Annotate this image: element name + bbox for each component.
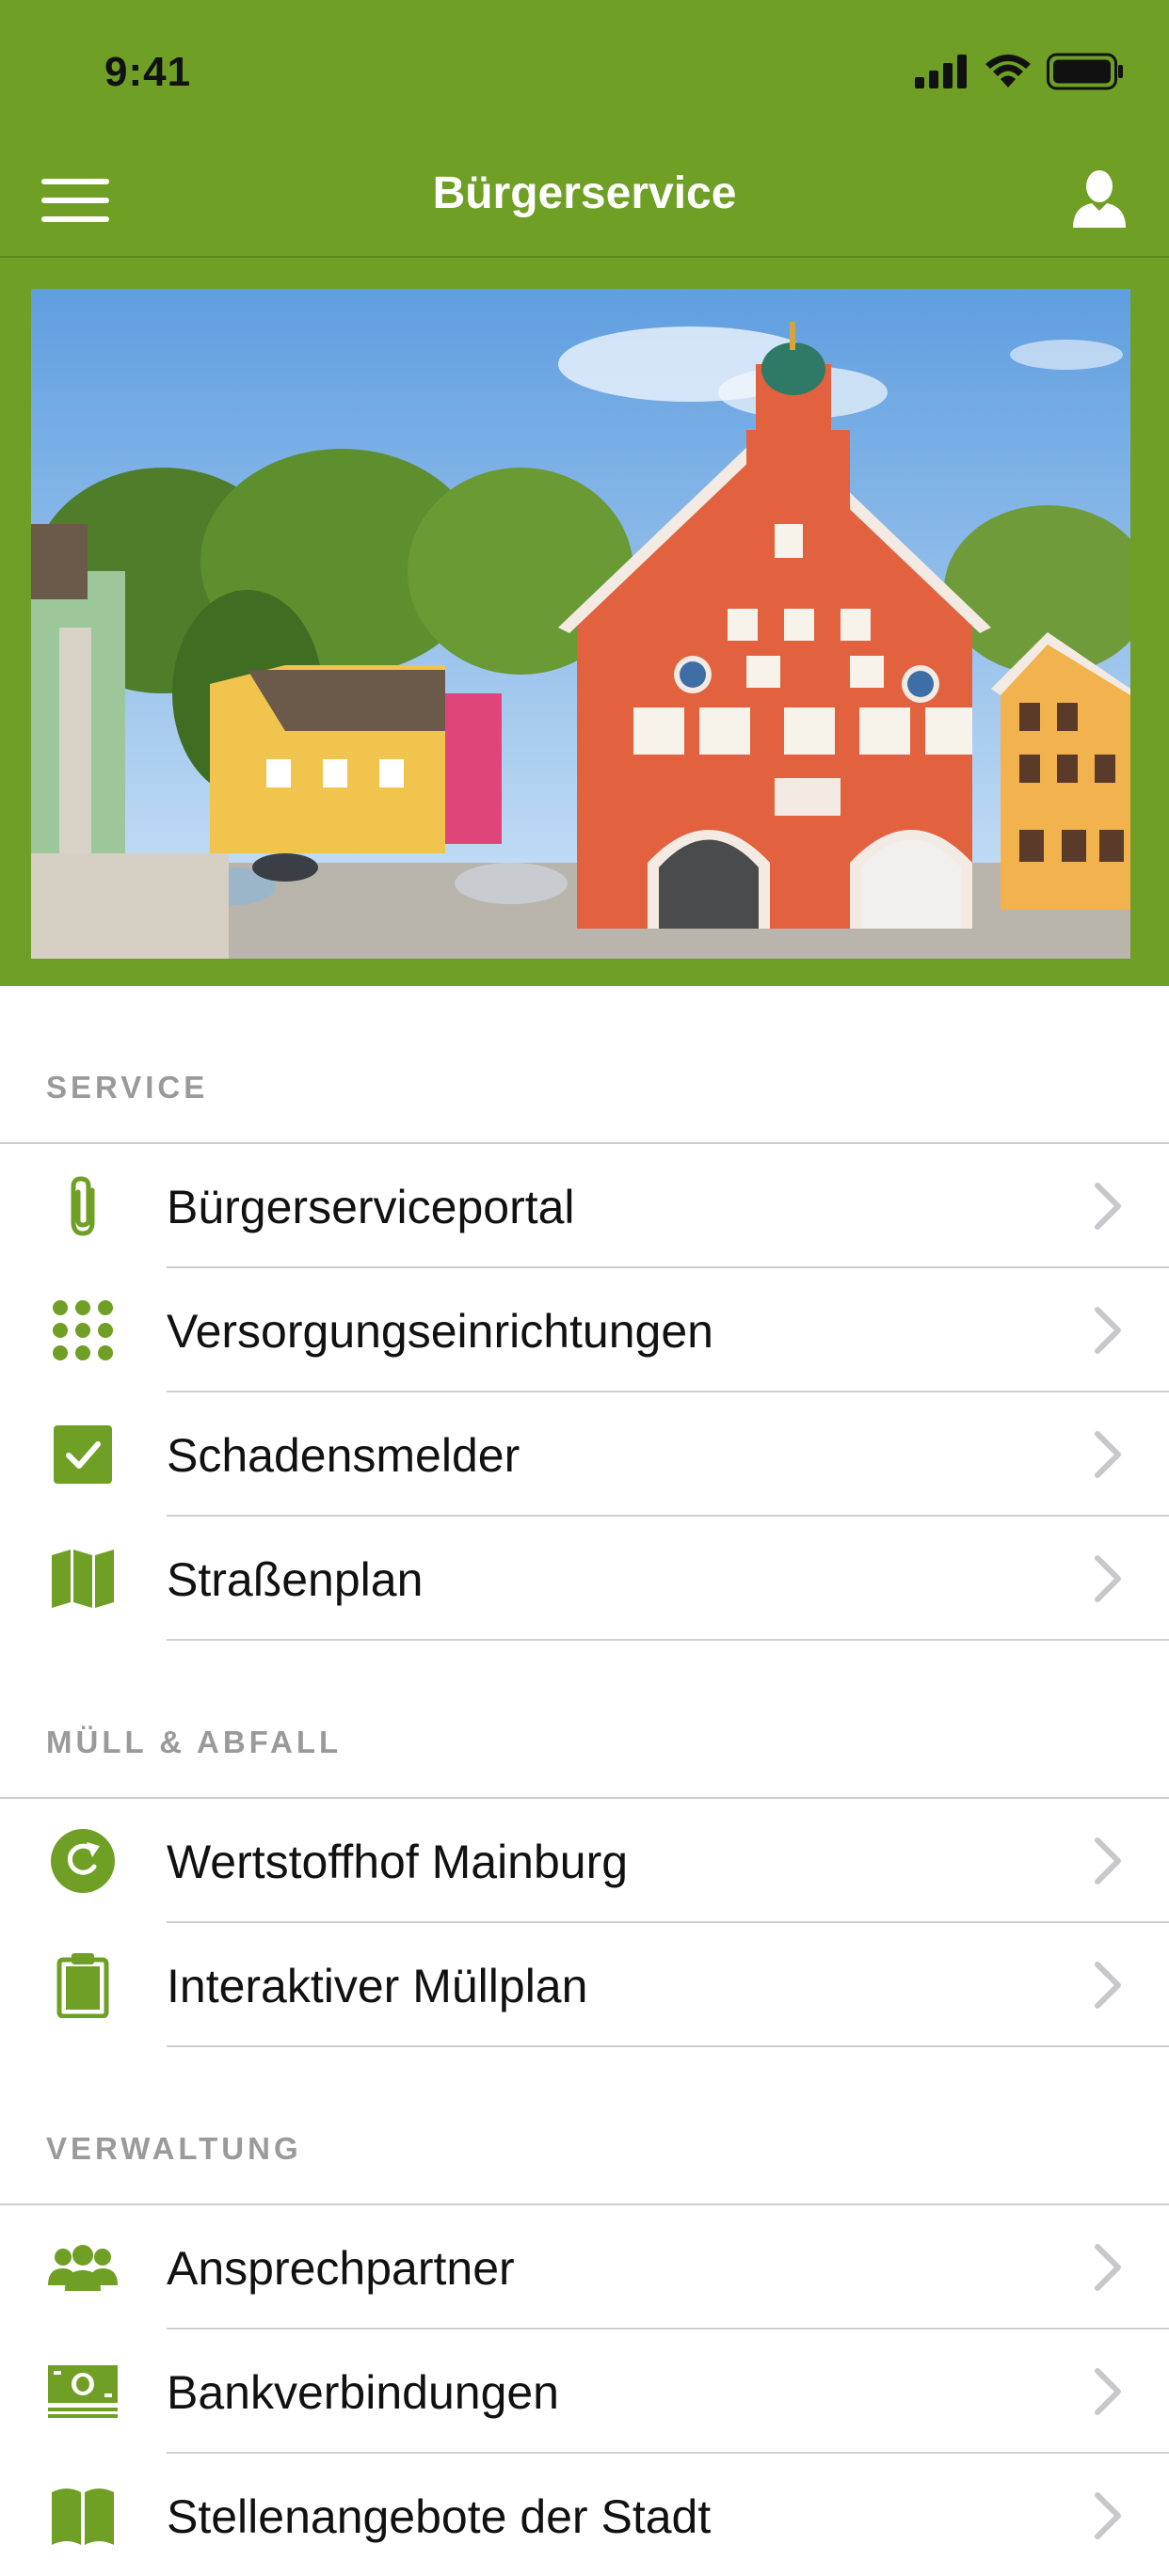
chevron-right-icon [1095,2368,1121,2415]
grid-dots-icon [47,1299,119,1361]
list-item-wertstoffhof[interactable]: Wertstoffhof Mainburg [0,1799,1169,1921]
clipboard-icon [47,1953,119,2018]
list-item-versorgungseinrichtungen[interactable]: Versorgungseinrichtungen [0,1268,1169,1391]
list-item-buergerserviceportal[interactable]: Bürgerserviceportal [0,1144,1169,1266]
checkbox-icon [47,1423,119,1486]
list-item-strassenplan[interactable]: Straßenplan [0,1517,1169,1639]
hero-town-hall-image [31,289,1130,959]
chevron-right-icon [1095,1307,1121,1354]
cellular-signal-icon [915,55,967,88]
separator [167,2045,1169,2047]
chevron-right-icon [1095,1837,1121,1884]
list-item-ansprechpartner[interactable]: Ansprechpartner [0,2205,1169,2328]
list-item-label: Schadensmelder [167,1429,520,1482]
list-item-label: Bürgerserviceportal [167,1181,575,1233]
paperclip-icon [47,1175,119,1237]
section-header-muell-abfall: MÜLL & ABFALL [46,1725,343,1759]
battery-icon [1047,53,1123,90]
user-icon [1073,170,1126,228]
page-title: Bürgerservice [432,168,737,218]
banknote-icon [47,2361,119,2423]
people-icon [47,2236,119,2298]
chevron-right-icon [1095,1183,1121,1230]
list-item-label: Versorgungseinrichtungen [167,1305,713,1358]
status-bar: 9:41 [0,0,1169,141]
list-item-label: Bankverbindungen [167,2366,559,2419]
list-item-label: Straßenplan [167,1553,424,1606]
profile-button[interactable] [1071,169,1128,230]
chevron-right-icon [1095,1431,1121,1478]
status-time: 9:41 [104,49,192,95]
book-icon [47,2485,119,2547]
list-item-label: Interaktiver Müllplan [167,1960,588,2012]
list-item-label: Ansprechpartner [167,2242,515,2295]
section-header-verwaltung: VERWALTUNG [46,2131,302,2166]
section-header-service: SERVICE [46,1070,209,1105]
list-item-label: Stellenangebote der Stadt [167,2490,712,2543]
list-item-label: Wertstoffhof Mainburg [167,1836,629,1888]
recycle-refresh-icon [47,1829,119,1893]
chevron-right-icon [1095,2244,1121,2291]
list-item-bankverbindungen[interactable]: Bankverbindungen [0,2330,1169,2452]
chevron-right-icon [1095,2492,1121,2539]
list-item-muellplan[interactable]: Interaktiver Müllplan [0,1923,1169,2045]
status-icons [915,53,1124,90]
navbar-divider [0,256,1169,258]
chevron-right-icon [1095,1962,1121,2009]
separator [167,1639,1169,1641]
list-item-schadensmelder[interactable]: Schadensmelder [0,1392,1169,1515]
navigation-bar: Bürgerservice [0,141,1169,256]
wifi-icon [985,55,1031,87]
chevron-right-icon [1095,1555,1121,1602]
map-icon [47,1548,119,1610]
list-item-stellenangebote[interactable]: Stellenangebote der Stadt [0,2454,1169,2576]
